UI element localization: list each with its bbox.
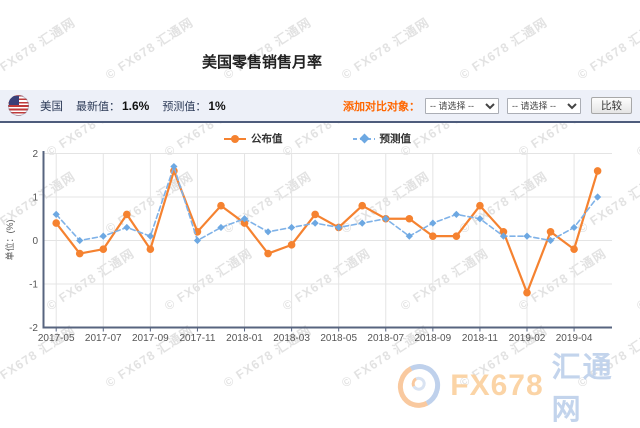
country-label: 美国 (40, 100, 63, 113)
latest-value: 1.6% (122, 98, 150, 113)
svg-text:2018-05: 2018-05 (320, 333, 357, 344)
add-compare-label: 添加对比对象： (343, 100, 420, 113)
svg-text:2017-07: 2017-07 (85, 333, 122, 344)
published-line-icon (224, 134, 246, 143)
legend-item-published[interactable]: 公布值 (224, 131, 283, 146)
page-title: 美国零售销售月率 (201, 54, 322, 71)
svg-text:单位：(%): 单位：(%) (4, 220, 15, 261)
svg-text:2019-04: 2019-04 (556, 333, 593, 344)
compare-button[interactable]: 比较 (591, 97, 632, 114)
svg-text:2018-03: 2018-03 (273, 333, 310, 344)
svg-text:2017-05: 2017-05 (38, 333, 75, 344)
forecast-value: 1% (208, 98, 226, 113)
svg-text:2017-09: 2017-09 (132, 333, 169, 344)
svg-text:-1: -1 (29, 280, 38, 291)
forecast-value-label: 预测值： (162, 100, 207, 113)
svg-text:2018-11: 2018-11 (462, 333, 498, 344)
legend-item-forecast[interactable]: 预测值 (352, 131, 412, 146)
forecast-line-icon (352, 133, 375, 144)
us-flag-icon (8, 95, 29, 116)
svg-text:2018-01: 2018-01 (226, 333, 263, 344)
svg-text:2018-07: 2018-07 (367, 333, 404, 344)
svg-text:2018-09: 2018-09 (414, 333, 451, 344)
svg-text:2019-02: 2019-02 (509, 333, 546, 344)
svg-text:0: 0 (32, 236, 38, 247)
svg-text:2017-11: 2017-11 (179, 333, 215, 344)
svg-text:-2: -2 (29, 323, 38, 334)
info-bar: 美国 最新值： 1.6% 预测值： 1% 添加对比对象： -- 请选择 -- -… (0, 90, 640, 123)
legend-label: 公布值 (251, 133, 283, 145)
compare-select-1[interactable]: -- 请选择 -- (425, 97, 499, 114)
svg-text:1: 1 (32, 193, 38, 204)
chart-legend: 公布值 预测值 (224, 131, 411, 146)
svg-text:2: 2 (32, 149, 38, 160)
legend-label: 预测值 (379, 133, 412, 145)
latest-value-label: 最新值： (76, 100, 120, 113)
compare-select-2[interactable]: -- 请选择 -- (507, 97, 581, 114)
